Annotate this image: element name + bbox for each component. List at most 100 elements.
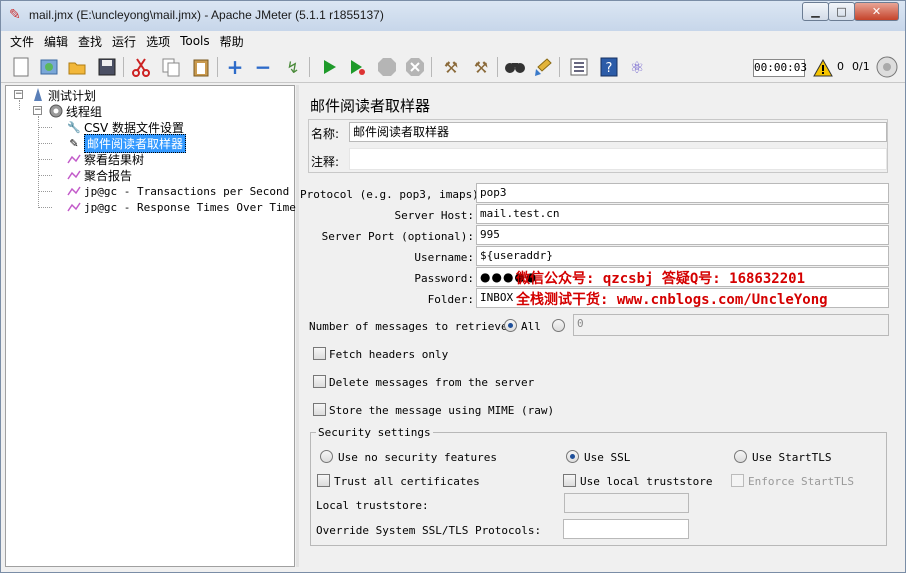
cut-icon[interactable]: [129, 55, 153, 79]
test-plan-collapse-toggle[interactable]: −: [14, 90, 23, 99]
panel-title: 邮件阅读者取样器: [310, 97, 431, 115]
server-port-field[interactable]: 995: [476, 225, 889, 245]
minimize-button[interactable]: ▁: [802, 2, 829, 21]
clear-all-icon[interactable]: ⚒: [469, 55, 493, 79]
wrench-icon: 🔧: [67, 120, 81, 134]
num-messages-all-radio[interactable]: [504, 319, 517, 332]
pencil-icon: ✎: [69, 136, 79, 150]
pane-splitter[interactable]: [296, 85, 299, 567]
templates-icon[interactable]: [37, 55, 61, 79]
close-button[interactable]: ✕: [854, 2, 899, 21]
tree-connector: [38, 207, 52, 208]
no-security-radio[interactable]: [320, 450, 333, 463]
comment-label: 注释:: [311, 155, 340, 169]
expand-icon[interactable]: +: [223, 55, 247, 79]
protocol-field[interactable]: pop3: [476, 183, 889, 203]
tree-node-response-times-over-time[interactable]: jp@gc - Response Times Over Time: [66, 199, 296, 215]
elapsed-timer: 00:00:03: [753, 59, 807, 77]
store-mime-label: Store the message using MIME (raw): [329, 404, 555, 417]
paste-icon[interactable]: [189, 55, 213, 79]
tree-connector: [38, 143, 52, 144]
toolbar-separator: [217, 57, 218, 77]
delete-messages-label: Delete messages from the server: [329, 376, 535, 389]
override-protocols-field[interactable]: [563, 519, 689, 539]
server-host-field[interactable]: mail.test.cn: [476, 204, 889, 224]
tree-node-transactions-per-second[interactable]: jp@gc - Transactions per Second: [66, 183, 289, 199]
save-icon[interactable]: [95, 55, 119, 79]
tree-node-mail-reader-sampler[interactable]: ✎ 邮件阅读者取样器: [66, 133, 187, 153]
store-mime-checkbox[interactable]: [313, 403, 326, 416]
menu-run[interactable]: 运行: [107, 33, 141, 50]
name-comment-box: 名称: 邮件阅读者取样器 注释:: [308, 119, 888, 173]
tree-node-test-plan[interactable]: 测试计划: [30, 87, 96, 103]
toolbar-separator: [431, 57, 432, 77]
local-truststore-field[interactable]: [564, 493, 689, 513]
tree-node-thread-group[interactable]: 线程组: [48, 103, 102, 119]
tree-node-label: jp@gc - Transactions per Second: [84, 184, 290, 198]
test-plan-icon: [30, 87, 46, 103]
toolbar-separator: [309, 57, 310, 77]
test-plan-tree: − 测试计划 − 线程组 🔧 CSV 数据文件设置 ✎ 邮件阅读者取样器 察看结…: [5, 85, 296, 567]
use-ssl-radio[interactable]: [566, 450, 579, 463]
listener-chart-icon: [66, 167, 82, 183]
status-indicator-icon[interactable]: [875, 55, 899, 79]
tree-connector: [38, 191, 52, 192]
override-protocols-label: Override System SSL/TLS Protocols:: [316, 524, 542, 537]
search-icon[interactable]: [503, 55, 527, 79]
clear-icon[interactable]: ⚒: [439, 55, 463, 79]
reset-search-icon[interactable]: [531, 55, 555, 79]
menu-search[interactable]: 查找: [73, 33, 107, 50]
tree-node-label: 察看结果树: [84, 152, 145, 167]
warning-icon[interactable]: [811, 56, 835, 80]
new-icon[interactable]: [9, 55, 33, 79]
menu-help[interactable]: 帮助: [215, 33, 249, 50]
toolbar-separator: [559, 57, 560, 77]
delete-messages-checkbox[interactable]: [313, 375, 326, 388]
maximize-button[interactable]: □: [828, 2, 855, 21]
menu-edit[interactable]: 编辑: [39, 33, 73, 50]
listener-chart-icon: [66, 199, 82, 215]
svg-text:?: ?: [606, 61, 613, 76]
menu-file[interactable]: 文件: [5, 33, 39, 50]
window-controls: ▁ □ ✕: [802, 2, 899, 21]
server-port-label: Server Port (optional):: [321, 230, 474, 243]
comment-field[interactable]: [349, 148, 887, 170]
tree-connector: [38, 159, 52, 160]
use-starttls-radio[interactable]: [734, 450, 747, 463]
listener-chart-icon: [66, 183, 82, 199]
tree-node-label: 线程组: [66, 104, 103, 119]
tree-connector: [38, 116, 39, 208]
name-field[interactable]: 邮件阅读者取样器: [349, 122, 887, 142]
menu-options[interactable]: 选项: [141, 33, 175, 50]
start-no-pause-icon[interactable]: [345, 55, 369, 79]
toggle-icon[interactable]: ↯: [281, 55, 305, 79]
mail-reader-sampler-panel: 邮件阅读者取样器 名称: 邮件阅读者取样器 注释: Protocol (e.g.…: [300, 85, 901, 567]
tree-node-view-results-tree[interactable]: 察看结果树: [66, 151, 144, 167]
enforce-starttls-checkbox[interactable]: [731, 474, 744, 487]
shutdown-icon[interactable]: [403, 55, 427, 79]
start-icon[interactable]: [317, 55, 341, 79]
use-local-truststore-checkbox[interactable]: [563, 474, 576, 487]
num-messages-all-label: All: [521, 320, 541, 333]
menu-tools[interactable]: Tools: [175, 34, 215, 48]
function-helper-icon[interactable]: [567, 55, 591, 79]
tree-node-label: jp@gc - Response Times Over Time: [84, 200, 296, 214]
fetch-headers-label: Fetch headers only: [329, 348, 449, 361]
watermark-line-1: 微信公众号: qzcsbj 答疑Q号: 168632201: [516, 271, 806, 287]
username-field[interactable]: ${useraddr}: [476, 246, 889, 266]
num-messages-count-radio[interactable]: [552, 319, 565, 332]
gear-icon: [48, 103, 64, 119]
fetch-headers-checkbox[interactable]: [313, 347, 326, 360]
collapse-icon[interactable]: −: [251, 55, 275, 79]
tree-node-aggregate-report[interactable]: 聚合报告: [66, 167, 132, 183]
stop-icon[interactable]: [375, 55, 399, 79]
password-label: Password:: [414, 272, 474, 285]
trust-all-checkbox[interactable]: [317, 474, 330, 487]
thread-group-collapse-toggle[interactable]: −: [33, 106, 42, 115]
open-icon[interactable]: [65, 55, 89, 79]
num-messages-count-field[interactable]: 0: [573, 314, 889, 336]
help-icon[interactable]: ?: [597, 55, 621, 79]
tree-node-label: 测试计划: [48, 88, 97, 103]
copy-icon[interactable]: [159, 55, 183, 79]
remote-icon[interactable]: ⚛: [625, 55, 649, 79]
